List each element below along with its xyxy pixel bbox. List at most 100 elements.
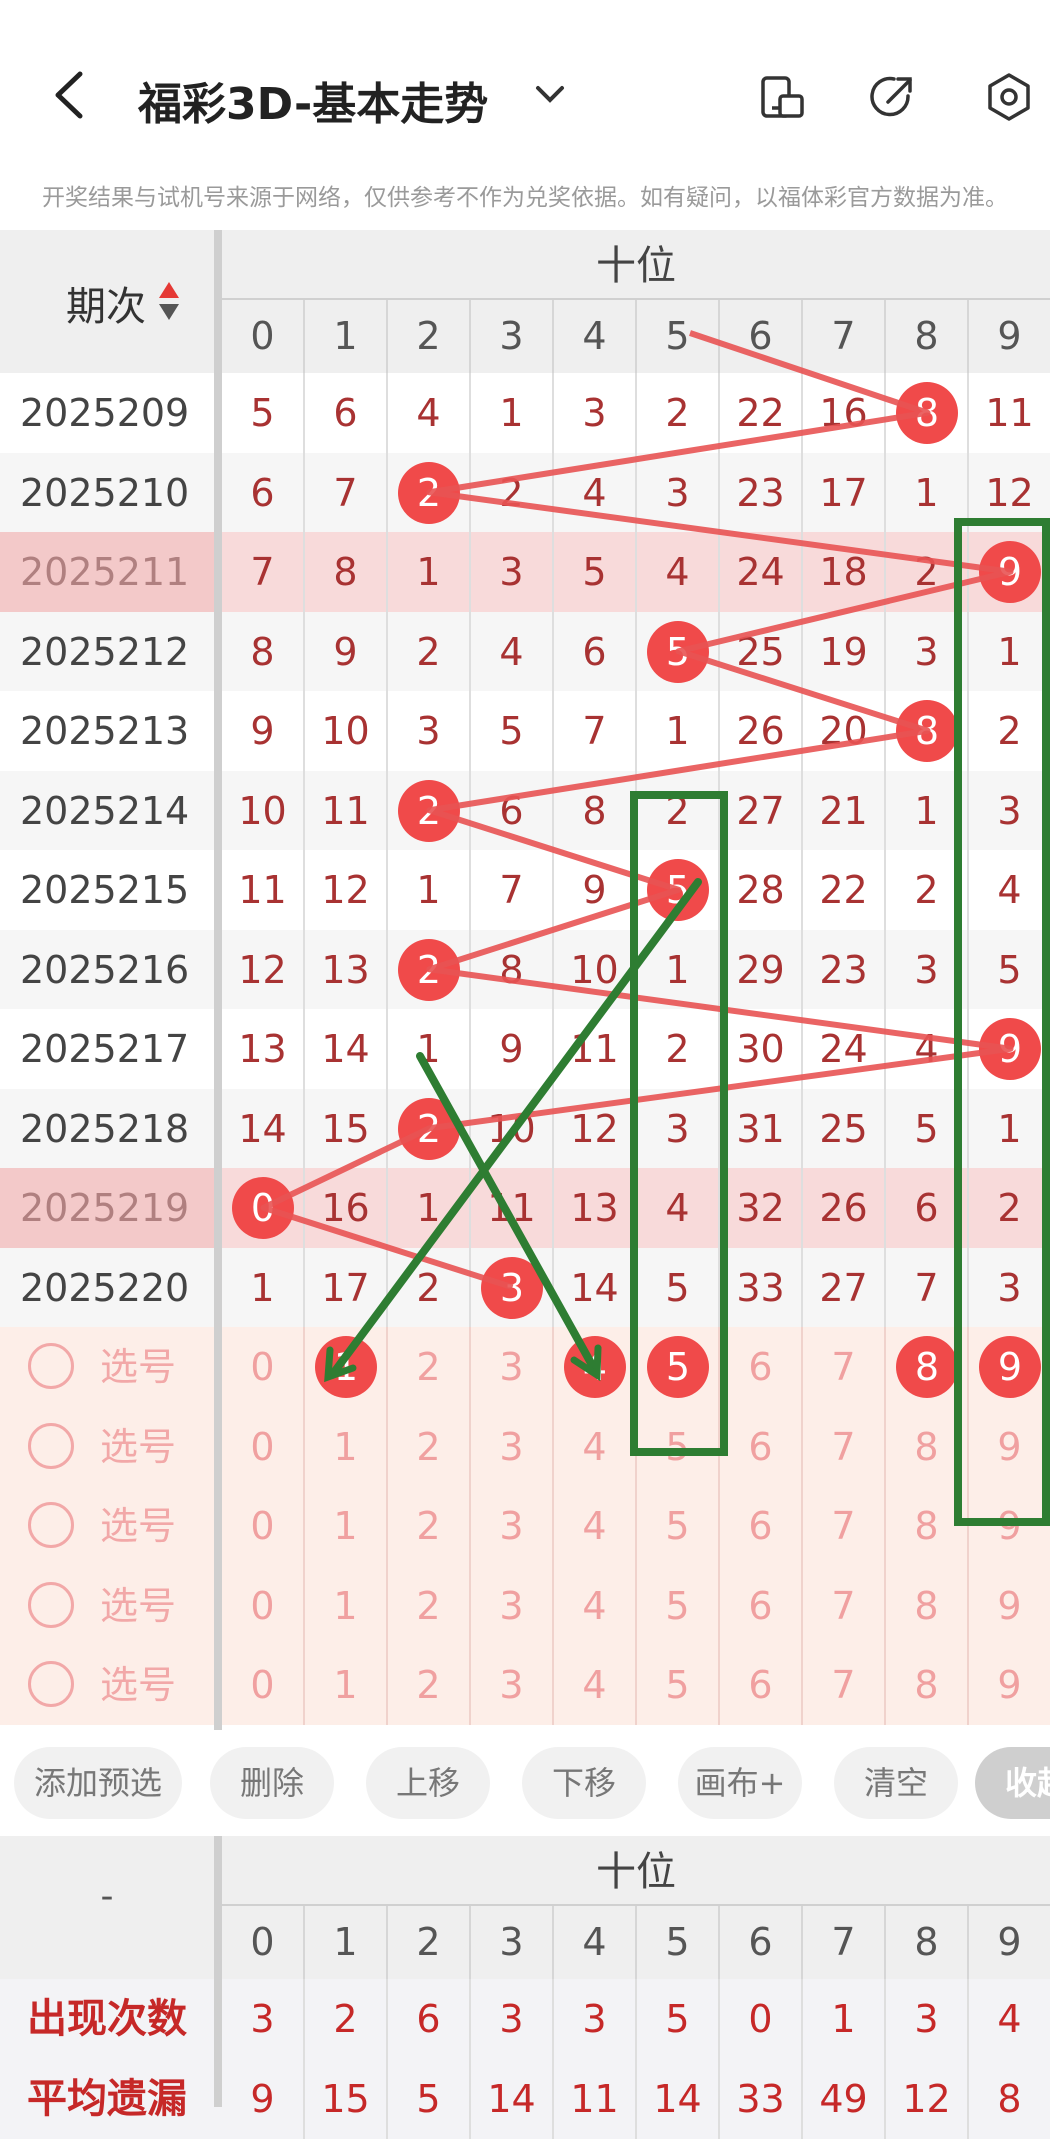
preselect-digit-7[interactable]: 7	[803, 1406, 886, 1486]
radio-circle-icon[interactable]	[28, 1502, 74, 1548]
cell-digit-9[interactable]: 11	[969, 373, 1050, 453]
preselect-digit-0[interactable]: 0	[222, 1645, 305, 1725]
cell-digit-5[interactable]: 3	[637, 452, 720, 532]
cell-digit-2[interactable]: 2	[388, 611, 471, 691]
table-row[interactable]: 2025214 10 11 2 6 8 2 27 21 1 3	[0, 770, 1050, 851]
preselect-digit-7[interactable]: 7	[803, 1565, 886, 1645]
cell-digit-9[interactable]: 9	[969, 1009, 1050, 1089]
cell-digit-5[interactable]: 4	[637, 1168, 720, 1248]
preselect-digit-3[interactable]: 3	[471, 1327, 554, 1407]
cell-digit-0[interactable]: 5	[222, 373, 305, 453]
preselect-digit-5[interactable]: 5	[637, 1486, 720, 1566]
table-row[interactable]: 2025216 12 13 2 8 10 1 29 23 3 5	[0, 929, 1050, 1010]
toolbar-button-0[interactable]: 添加预选	[14, 1747, 182, 1819]
preselect-digit-9[interactable]: 9	[969, 1327, 1050, 1407]
cell-digit-1[interactable]: 8	[305, 532, 388, 612]
back-arrow-icon[interactable]	[50, 70, 90, 120]
cell-digit-9[interactable]: 3	[969, 1248, 1050, 1328]
preselect-toggle[interactable]: 选号	[0, 1645, 214, 1725]
cell-digit-6[interactable]: 29	[720, 929, 803, 1009]
cell-digit-0[interactable]: 1	[222, 1247, 305, 1327]
cell-digit-5[interactable]: 2	[637, 770, 720, 850]
cell-digit-8[interactable]: 1	[886, 452, 969, 532]
cell-digit-3[interactable]: 7	[471, 850, 554, 930]
cell-digit-1[interactable]: 10	[305, 691, 388, 771]
preselect-digit-0[interactable]: 0	[222, 1565, 305, 1645]
cell-digit-0[interactable]: 8	[222, 611, 305, 691]
cell-digit-8[interactable]: 1	[886, 770, 969, 850]
cell-digit-6[interactable]: 27	[720, 770, 803, 850]
cell-digit-8[interactable]: 2	[886, 532, 969, 612]
preselect-digit-0[interactable]: 0	[222, 1327, 305, 1407]
cell-digit-8[interactable]: 8	[886, 691, 969, 771]
preselect-digit-0[interactable]: 0	[222, 1406, 305, 1486]
cell-digit-7[interactable]: 17	[803, 452, 886, 532]
preselect-row[interactable]: 选号 0 1 2 3 4 5 6 7 8 9	[0, 1565, 1050, 1646]
preselect-digit-2[interactable]: 2	[388, 1406, 471, 1486]
chevron-down-icon[interactable]	[532, 80, 568, 110]
cell-digit-2[interactable]: 2	[388, 929, 471, 1009]
cell-digit-2[interactable]: 2	[388, 1088, 471, 1168]
cell-digit-8[interactable]: 8	[886, 373, 969, 453]
preselect-digit-4[interactable]: 4	[554, 1327, 637, 1407]
radio-circle-icon[interactable]	[28, 1581, 74, 1628]
cell-digit-3[interactable]: 9	[471, 1009, 554, 1089]
cell-digit-3[interactable]: 10	[471, 1088, 554, 1168]
preselect-digit-9[interactable]: 9	[969, 1486, 1050, 1566]
table-row[interactable]: 2025215 11 12 1 7 9 5 28 22 2 4	[0, 850, 1050, 930]
preselect-digit-5[interactable]: 5	[637, 1327, 720, 1407]
preselect-digit-1[interactable]: 1	[305, 1327, 388, 1407]
cell-digit-2[interactable]: 1	[388, 1168, 471, 1248]
preselect-toggle[interactable]: 选号	[0, 1566, 214, 1646]
cell-digit-3[interactable]: 4	[471, 611, 554, 691]
preselect-digit-5[interactable]: 5	[637, 1645, 720, 1725]
cell-digit-6[interactable]: 31	[720, 1088, 803, 1168]
cell-digit-4[interactable]: 12	[554, 1088, 637, 1168]
preselect-row[interactable]: 选号 0 1 2 3 4 5 6 7 8 9	[0, 1645, 1050, 1725]
cell-digit-5[interactable]: 3	[637, 1088, 720, 1168]
cell-digit-4[interactable]: 9	[554, 850, 637, 930]
cell-digit-9[interactable]: 3	[969, 771, 1050, 851]
preselect-toggle[interactable]: 选号	[0, 1407, 214, 1487]
settings-icon[interactable]	[984, 72, 1034, 122]
cell-digit-7[interactable]: 16	[803, 373, 886, 453]
cell-digit-1[interactable]: 13	[305, 929, 388, 1009]
preselect-digit-2[interactable]: 2	[388, 1565, 471, 1645]
cell-digit-2[interactable]: 2	[388, 452, 471, 532]
preselect-digit-2[interactable]: 2	[388, 1645, 471, 1725]
toolbar-button-2[interactable]: 上移	[366, 1747, 490, 1819]
cell-digit-6[interactable]: 33	[720, 1247, 803, 1327]
table-row[interactable]: 2025218 14 15 2 10 12 3 31 25 5 1	[0, 1088, 1050, 1168]
cell-digit-9[interactable]: 5	[969, 930, 1050, 1010]
cell-digit-1[interactable]: 14	[305, 1009, 388, 1089]
preselect-digit-6[interactable]: 6	[720, 1486, 803, 1566]
cell-digit-0[interactable]: 10	[222, 770, 305, 850]
cell-digit-4[interactable]: 14	[554, 1247, 637, 1327]
preselect-digit-8[interactable]: 8	[886, 1565, 969, 1645]
cell-digit-6[interactable]: 25	[720, 611, 803, 691]
cell-digit-3[interactable]: 6	[471, 770, 554, 850]
cell-digit-4[interactable]: 4	[554, 452, 637, 532]
radio-circle-icon[interactable]	[28, 1661, 74, 1707]
cell-digit-4[interactable]: 7	[554, 691, 637, 771]
cell-digit-1[interactable]: 6	[305, 373, 388, 453]
cell-digit-9[interactable]: 12	[969, 453, 1050, 533]
cell-digit-4[interactable]: 13	[554, 1168, 637, 1248]
period-header[interactable]: 期次	[0, 230, 214, 373]
cell-digit-1[interactable]: 11	[305, 770, 388, 850]
table-row[interactable]: 2025213 9 10 3 5 7 1 26 20 8 2	[0, 691, 1050, 771]
cell-digit-1[interactable]: 17	[305, 1247, 388, 1327]
cell-digit-2[interactable]: 1	[388, 532, 471, 612]
preselect-digit-2[interactable]: 2	[388, 1486, 471, 1566]
cell-digit-5[interactable]: 2	[637, 1009, 720, 1089]
preselect-digit-9[interactable]: 9	[969, 1566, 1050, 1646]
cell-digit-9[interactable]: 1	[969, 612, 1050, 692]
cell-digit-8[interactable]: 2	[886, 850, 969, 930]
cell-digit-7[interactable]: 18	[803, 532, 886, 612]
cell-digit-7[interactable]: 25	[803, 1088, 886, 1168]
cell-digit-4[interactable]: 3	[554, 373, 637, 453]
cell-digit-2[interactable]: 2	[388, 770, 471, 850]
cell-digit-3[interactable]: 1	[471, 373, 554, 453]
cell-digit-3[interactable]: 3	[471, 1247, 554, 1327]
preselect-digit-8[interactable]: 8	[886, 1486, 969, 1566]
